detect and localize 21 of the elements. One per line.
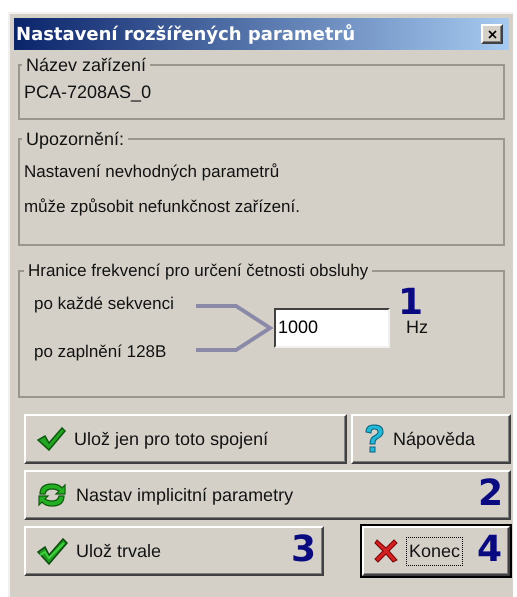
close-icon (374, 539, 398, 563)
dialog-button[interactable]: Ulož jen pro toto spojení (24, 414, 347, 464)
option-label: po každé sekvenci (34, 293, 175, 316)
warning-text: může způsobit nefunkčnost zařízení. (24, 196, 301, 218)
annotation-number: 2 (478, 476, 503, 512)
window-title: Nastavení rozšířených parametrů (16, 22, 356, 46)
close-icon (488, 30, 496, 38)
question-mark-icon (363, 424, 385, 454)
close-button[interactable] (481, 24, 503, 44)
group-label: Název zařízení (25, 54, 148, 76)
check-icon (36, 426, 66, 452)
group-label: Hranice frekvencí pro určení četnosti obsluhy (27, 260, 370, 282)
device-name: PCA-7208AS_0 (24, 80, 152, 104)
warning-text: Nastavení nevhodných parametrů (24, 160, 280, 182)
option-label: po zaplnění 128B (34, 340, 168, 363)
group-label: Upozornění: (25, 128, 126, 150)
annotation-number: 4 (476, 532, 502, 568)
dialog-button[interactable]: Nápověda (351, 414, 511, 464)
frequency-field[interactable]: 1000 (274, 308, 390, 348)
check-icon (36, 536, 68, 566)
annotation-number: 3 (290, 532, 316, 568)
